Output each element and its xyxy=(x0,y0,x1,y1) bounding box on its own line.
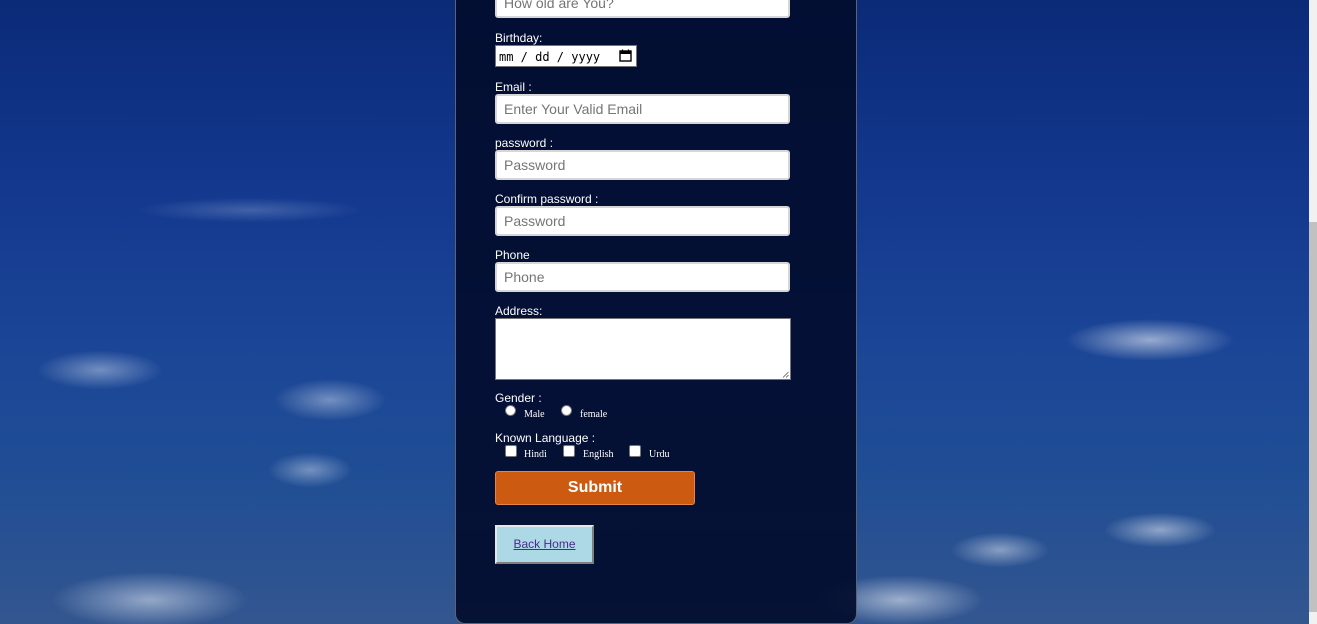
gender-option-male-label: Male xyxy=(524,409,545,420)
confirm-password-label: Confirm password : xyxy=(495,192,599,206)
gender-option-female-label: female xyxy=(580,409,608,420)
email-label: Email : xyxy=(495,80,532,94)
password-label: password : xyxy=(495,136,554,150)
language-option-urdu-label: Urdu xyxy=(649,449,670,460)
phone-label: Phone xyxy=(495,248,530,262)
page-scrollbar[interactable] xyxy=(1309,0,1317,624)
gender-radio-male[interactable] xyxy=(505,405,516,416)
back-home-link[interactable]: Back Home xyxy=(513,537,575,551)
scrollbar-thumb[interactable] xyxy=(1309,222,1317,612)
gender-radio-female[interactable] xyxy=(561,405,572,416)
gender-label: Gender : xyxy=(495,391,542,405)
language-option-hindi-label: Hindi xyxy=(524,449,547,460)
language-checkbox-hindi[interactable] xyxy=(505,445,517,457)
resize-grip-icon[interactable] xyxy=(782,371,789,378)
phone-field[interactable] xyxy=(495,262,790,292)
calendar-icon[interactable] xyxy=(619,49,632,62)
back-home-button[interactable]: Back Home xyxy=(495,525,594,564)
address-textarea[interactable] xyxy=(495,318,791,380)
password-field[interactable] xyxy=(495,150,790,180)
known-language-label: Known Language : xyxy=(495,431,596,445)
email-field[interactable] xyxy=(495,94,790,124)
language-option-english-label: English xyxy=(583,449,614,460)
birthday-label: Birthday: xyxy=(495,31,543,45)
language-checkbox-english[interactable] xyxy=(563,445,575,457)
age-input[interactable] xyxy=(495,0,790,18)
submit-button[interactable]: Submit xyxy=(495,471,695,505)
language-checkbox-urdu[interactable] xyxy=(629,445,641,457)
birthday-date-value: mm / dd / yyyy xyxy=(499,50,601,64)
birthday-date-input[interactable]: mm / dd / yyyy xyxy=(495,45,637,67)
address-label: Address: xyxy=(495,304,543,318)
confirm-password-field[interactable] xyxy=(495,206,790,236)
